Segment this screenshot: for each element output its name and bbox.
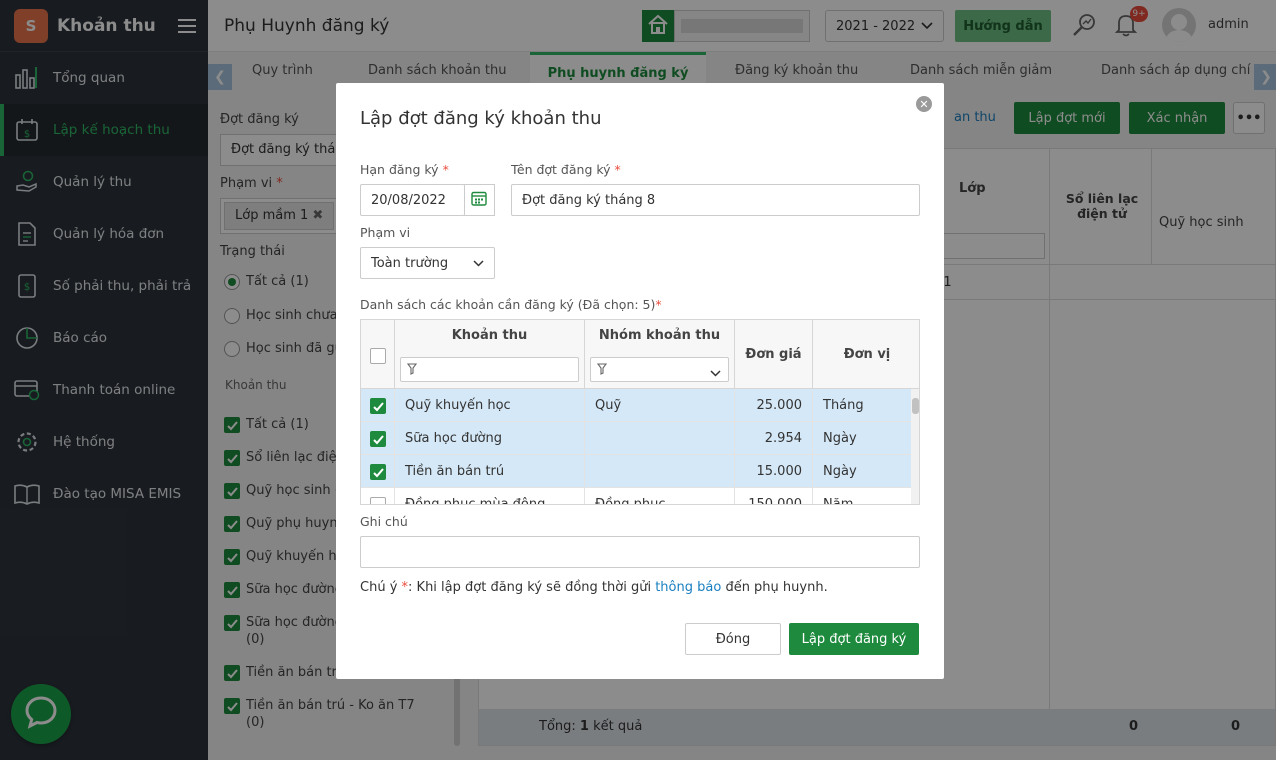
cell-fee-group: Quỹ: [584, 389, 734, 422]
batch-name-label: Tên đợt đăng ký *: [511, 162, 621, 177]
row-check-cell: [361, 422, 394, 455]
row-check-cell: [361, 455, 394, 488]
check-icon: [372, 401, 384, 411]
filter-icon: [406, 363, 418, 379]
cell-unit-price: 15.000: [734, 455, 812, 488]
cell-unit-price: 150.000: [734, 488, 812, 504]
header-unit-price: Đơn giá: [734, 320, 812, 389]
cell-unit: Tháng: [812, 389, 911, 422]
scope-label: Phạm vi: [360, 225, 411, 240]
create-batch-button[interactable]: Lập đợt đăng ký: [789, 623, 919, 655]
scope-select[interactable]: Toàn trường: [360, 247, 495, 279]
required-mark: *: [442, 162, 449, 177]
close-button[interactable]: Đóng: [685, 623, 781, 655]
required-mark: *: [655, 297, 662, 312]
deadline-date-input[interactable]: 20/08/2022: [360, 184, 465, 216]
chevron-down-icon: [710, 366, 721, 381]
header-unit: Đơn vị: [812, 320, 919, 389]
filter-icon: [596, 363, 608, 379]
row-check-cell: [361, 389, 394, 422]
cell-fee-group: [584, 455, 734, 488]
table-row[interactable]: Đồng phục mùa đông Đồng phục 150.000 Năm: [361, 488, 911, 504]
note-label: Ghi chú: [360, 514, 408, 529]
cell-unit: Ngày: [812, 455, 911, 488]
col-fee-group: Nhóm khoản thu: [598, 328, 721, 343]
cell-fee-name: Đồng phục mùa đông: [394, 488, 584, 504]
table-row[interactable]: Sữa học đường 2.954 Ngày: [361, 422, 911, 455]
select-all-checkbox[interactable]: [370, 348, 386, 364]
grid-scroll-thumb[interactable]: [912, 398, 919, 414]
notice-prefix: Chú ý: [360, 580, 398, 595]
fee-group-filter-select[interactable]: [590, 357, 729, 382]
header-fee-group: Nhóm khoản thu: [584, 320, 734, 389]
cell-fee-name: Tiền ăn bán trú: [394, 455, 584, 488]
cell-fee-group: Đồng phục: [584, 488, 734, 504]
row-checkbox[interactable]: [370, 398, 386, 414]
row-checkbox[interactable]: [370, 431, 386, 447]
close-icon[interactable]: ✕: [916, 96, 932, 112]
cell-unit-price: 25.000: [734, 389, 812, 422]
cell-fee-name: Quỹ khuyến học: [394, 389, 584, 422]
fee-name-filter-input[interactable]: [400, 357, 579, 382]
cell-unit-price: 2.954: [734, 422, 812, 455]
col-fee-name: Khoản thu: [451, 328, 528, 343]
notice-text-part2: đến phụ huynh.: [725, 580, 828, 595]
cell-unit: Ngày: [812, 422, 911, 455]
grid-header: Khoản thu Nhóm khoản thu Đơn giá Đơn vị: [361, 320, 919, 389]
table-row[interactable]: Tiền ăn bán trú 15.000 Ngày: [361, 455, 911, 488]
fee-list-label-text: Danh sách các khoản cần đăng ký (Đã chọn…: [360, 297, 656, 312]
note-input[interactable]: [360, 536, 920, 568]
deadline-label: Hạn đăng ký *: [360, 162, 449, 177]
check-icon: [372, 467, 384, 477]
create-batch-dialog: Lập đợt đăng ký khoản thu ✕ Hạn đăng ký …: [336, 83, 944, 679]
cell-fee-group: [584, 422, 734, 455]
check-icon: [372, 434, 384, 444]
row-checkbox[interactable]: [370, 464, 386, 480]
row-check-cell: [361, 488, 394, 504]
notice-text-part1: : Khi lập đợt đăng ký sẽ đồng thời gửi: [408, 580, 652, 595]
table-row[interactable]: Quỹ khuyến học Quỹ 25.000 Tháng: [361, 389, 911, 422]
col-unit-price: Đơn giá: [745, 347, 802, 362]
col-unit: Đơn vị: [843, 347, 891, 362]
header-fee-name: Khoản thu: [394, 320, 584, 389]
fee-selection-grid: Khoản thu Nhóm khoản thu Đơn giá Đơn vị …: [360, 319, 920, 505]
notice-link[interactable]: thông báo: [655, 580, 721, 595]
dialog-title: Lập đợt đăng ký khoản thu: [360, 108, 602, 129]
row-checkbox[interactable]: [370, 497, 386, 504]
deadline-label-text: Hạn đăng ký: [360, 162, 439, 177]
calendar-icon: [471, 190, 487, 210]
required-mark: *: [614, 162, 621, 177]
header-select-all-cell: [361, 320, 394, 389]
scope-select-value: Toàn trường: [371, 255, 449, 271]
calendar-button[interactable]: [464, 184, 495, 216]
cell-unit: Năm: [812, 488, 911, 504]
grid-scrollbar[interactable]: [911, 389, 919, 504]
cell-fee-name: Sữa học đường: [394, 422, 584, 455]
chevron-down-icon: [473, 256, 484, 271]
fee-list-label: Danh sách các khoản cần đăng ký (Đã chọn…: [360, 297, 662, 312]
batch-name-input[interactable]: Đợt đăng ký tháng 8: [511, 184, 920, 216]
notice-text: Chú ý *: Khi lập đợt đăng ký sẽ đồng thờ…: [360, 580, 828, 595]
batch-name-label-text: Tên đợt đăng ký: [511, 162, 611, 177]
